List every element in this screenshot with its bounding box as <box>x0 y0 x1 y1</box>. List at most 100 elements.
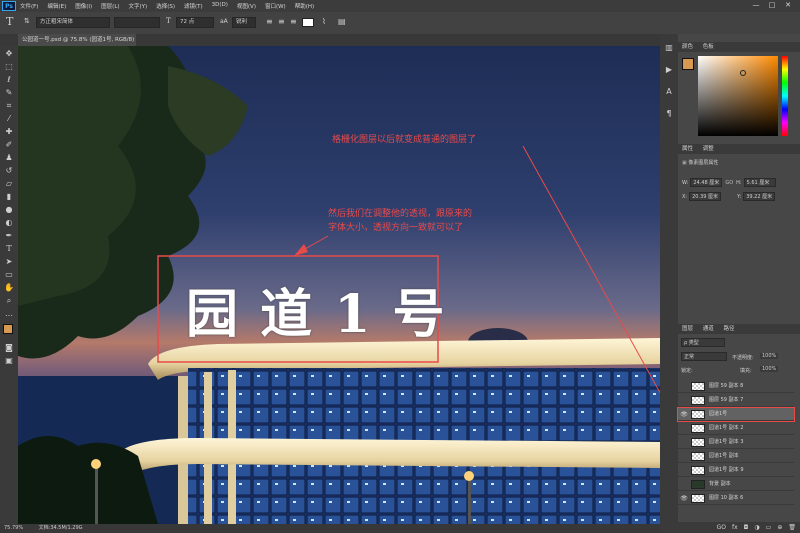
link-icon[interactable]: GO <box>725 180 733 186</box>
window-controls: — □ ✕ <box>748 1 796 9</box>
stamp-tool-icon[interactable]: ♟ <box>3 152 15 164</box>
layer-row[interactable]: 背景 副本 <box>678 478 794 491</box>
tab-paths[interactable]: 路径 <box>724 326 735 332</box>
maximize-button[interactable]: □ <box>764 1 780 9</box>
healing-tool-icon[interactable]: ✚ <box>3 126 15 138</box>
foreground-color-swatch[interactable] <box>3 324 13 334</box>
history-brush-icon[interactable]: ↺ <box>3 165 15 177</box>
layer-row[interactable]: 图层 59 副本 7 <box>678 394 794 407</box>
text-orientation-icon[interactable]: ⇅ <box>24 17 30 25</box>
adjustment-layer-icon[interactable]: ◑ <box>754 524 759 531</box>
new-group-icon[interactable]: ▭ <box>766 524 772 531</box>
menu-layer[interactable]: 图层(L) <box>101 2 119 10</box>
dodge-tool-icon[interactable]: ◐ <box>3 217 15 229</box>
blur-tool-icon[interactable]: ● <box>3 204 15 216</box>
path-select-tool-icon[interactable]: ➤ <box>3 256 15 268</box>
tab-color[interactable]: 颜色 <box>682 44 693 50</box>
text-color-swatch[interactable] <box>302 18 314 27</box>
menu-help[interactable]: 帮助(H) <box>295 2 314 10</box>
lasso-tool-icon[interactable]: ℓ <box>3 74 15 86</box>
color-picker-field[interactable] <box>698 56 778 136</box>
add-mask-icon[interactable]: ◘ <box>744 524 749 531</box>
quick-mask-icon[interactable]: ◙ <box>3 342 15 354</box>
character-panel-icon[interactable]: ▤ <box>338 17 346 26</box>
visibility-toggle-icon[interactable]: 👁 <box>680 492 688 505</box>
menu-3d[interactable]: 3D(D) <box>212 2 228 10</box>
eraser-tool-icon[interactable]: ▱ <box>3 178 15 190</box>
layer-row[interactable]: 园道1号 副本 3 <box>678 436 794 449</box>
actions-panel-icon[interactable]: ▶ <box>663 64 675 76</box>
color-picker-cursor[interactable] <box>740 70 746 76</box>
layer-filter-select[interactable]: ρ 类型 <box>681 338 725 347</box>
warp-text-icon[interactable]: ⌇ <box>322 17 326 26</box>
blend-mode-select[interactable]: 正常 <box>681 352 727 361</box>
menu-file[interactable]: 文件(F) <box>20 2 38 10</box>
hand-tool-icon[interactable]: ✋ <box>3 282 15 294</box>
font-size-icon: T <box>166 17 171 25</box>
shape-tool-icon[interactable]: ▭ <box>3 269 15 281</box>
link-layers-icon[interactable]: GO <box>717 524 726 531</box>
tab-adjustments[interactable]: 调整 <box>703 146 714 152</box>
marquee-tool-icon[interactable]: ⬚ <box>3 61 15 73</box>
font-family-select[interactable]: 方正粗宋简体 <box>36 17 110 28</box>
antialias-select[interactable]: 锐利 <box>232 17 256 28</box>
hue-slider[interactable] <box>782 56 788 136</box>
x-field[interactable]: 20.39 厘米 <box>689 192 722 201</box>
tab-swatches[interactable]: 色板 <box>703 44 714 50</box>
character-panel-icon[interactable]: A <box>663 86 675 98</box>
visibility-toggle-icon[interactable]: 👁 <box>680 408 688 421</box>
screen-mode-icon[interactable]: ▣ <box>3 355 15 367</box>
quick-select-tool-icon[interactable]: ✎ <box>3 87 15 99</box>
crop-tool-icon[interactable]: ⌗ <box>3 100 15 112</box>
layer-name: 图层 59 副本 7 <box>709 397 744 403</box>
opacity-field[interactable]: 100% <box>760 353 779 359</box>
font-size-select[interactable]: 72 点 <box>176 17 214 28</box>
y-field[interactable]: 39.22 厘米 <box>743 192 776 201</box>
color-panel-foreground[interactable] <box>682 58 694 70</box>
menu-window[interactable]: 窗口(W) <box>265 2 286 10</box>
type-tool-icon[interactable]: T <box>6 15 13 28</box>
menu-image[interactable]: 图像(I) <box>75 2 92 10</box>
paragraph-panel-icon[interactable]: ¶ <box>663 108 675 120</box>
menu-edit[interactable]: 编辑(E) <box>47 2 66 10</box>
text-tool-icon[interactable]: T <box>3 243 15 255</box>
layer-style-icon[interactable]: fx <box>732 524 738 531</box>
document-tab[interactable]: 公园道一号.psd @ 75.8% (园道1号, RGB/8) * × <box>18 34 136 55</box>
layer-row[interactable]: 园道1号 副本 <box>678 450 794 463</box>
menu-view[interactable]: 视图(V) <box>237 2 256 10</box>
minimize-button[interactable]: — <box>748 1 764 9</box>
layer-name: 园道1号 <box>709 411 728 417</box>
menu-type[interactable]: 文字(Y) <box>129 2 148 10</box>
tab-properties[interactable]: 属性 <box>682 146 693 152</box>
menu-filter[interactable]: 滤镜(T) <box>184 2 203 10</box>
layer-row[interactable]: 👁 图层 10 副本 6 <box>678 492 794 505</box>
width-field[interactable]: 24.48 厘米 <box>690 178 723 187</box>
eyedropper-tool-icon[interactable]: ⁄ <box>3 113 15 125</box>
new-layer-icon[interactable]: ⊕ <box>777 524 782 531</box>
move-tool-icon[interactable]: ✥ <box>3 48 15 60</box>
zoom-tool-icon[interactable]: ⌕ <box>3 295 15 307</box>
align-left-icon[interactable]: ≡ <box>266 17 273 26</box>
pen-tool-icon[interactable]: ✒ <box>3 230 15 242</box>
close-window-button[interactable]: ✕ <box>780 1 796 9</box>
font-style-select[interactable] <box>114 17 160 28</box>
layer-row[interactable]: 图层 59 副本 8 <box>678 380 794 393</box>
layer-row[interactable]: 园道1号 副本 2 <box>678 422 794 435</box>
layer-name: 园道1号 副本 <box>709 453 739 459</box>
align-center-icon[interactable]: ≡ <box>278 17 285 26</box>
zoom-level[interactable]: 75.79% <box>4 525 23 531</box>
layer-row[interactable]: 园道1号 副本 9 <box>678 464 794 477</box>
more-tools-icon[interactable]: … <box>3 308 15 320</box>
tab-layers[interactable]: 图层 <box>682 326 693 332</box>
document-canvas[interactable]: 园 道 1 号 格栅化图层以后就变成普通的图层了 然后我们在调整他的透视，跟原来… <box>18 46 660 524</box>
height-field[interactable]: 5.61 厘米 <box>743 178 776 187</box>
layer-row-selected[interactable]: 👁 园道1号 <box>677 407 795 422</box>
menu-select[interactable]: 选择(S) <box>156 2 175 10</box>
gradient-tool-icon[interactable]: ▮ <box>3 191 15 203</box>
history-panel-icon[interactable]: ▥ <box>663 42 675 54</box>
delete-layer-icon[interactable]: 🗑 <box>788 524 796 531</box>
align-right-icon[interactable]: ≡ <box>290 17 297 26</box>
fill-field[interactable]: 100% <box>760 366 779 372</box>
tab-channels[interactable]: 通道 <box>703 326 714 332</box>
brush-tool-icon[interactable]: ✐ <box>3 139 15 151</box>
